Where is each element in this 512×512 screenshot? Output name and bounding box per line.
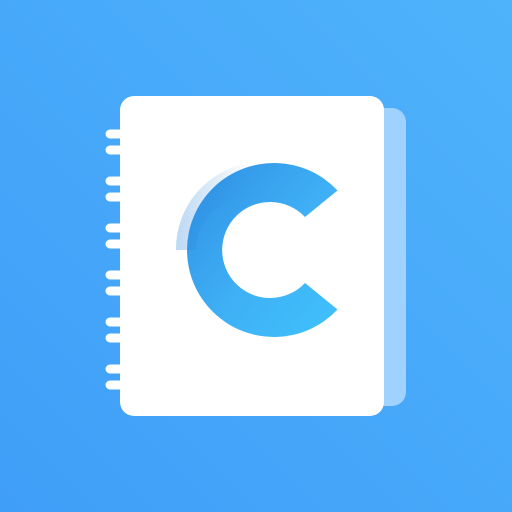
app-icon [0, 0, 512, 512]
app-icon-graphic [0, 0, 512, 512]
notebook-page [120, 96, 384, 416]
